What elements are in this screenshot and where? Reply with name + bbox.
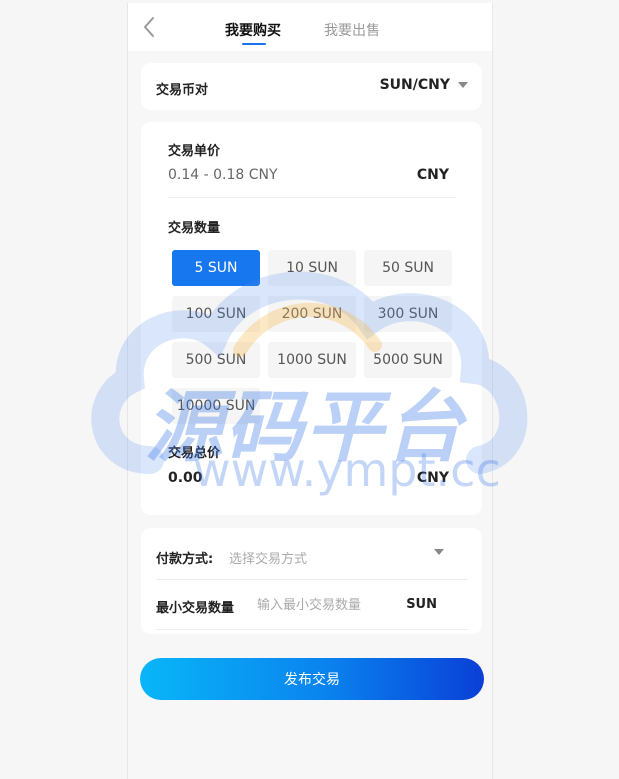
- quantity-option-5000[interactable]: 5000 SUN: [364, 342, 452, 378]
- quantity-option-500[interactable]: 500 SUN: [172, 342, 260, 378]
- min-quantity-unit: SUN: [406, 597, 437, 612]
- payment-card: 付款方式: 选择交易方式 最小交易数量 SUN: [141, 528, 482, 634]
- unit-price-currency: CNY: [416, 167, 449, 183]
- trading-pair-label: 交易币对: [156, 83, 209, 98]
- quantity-options: 5 SUN 10 SUN 50 SUN 100 SUN 200 SUN 300 …: [172, 250, 460, 424]
- trading-pair-card: 交易币对 SUN/CNY: [141, 63, 482, 110]
- quantity-title: 交易数量: [168, 221, 221, 236]
- divider: [168, 197, 456, 198]
- quantity-option-5[interactable]: 5 SUN: [172, 250, 260, 286]
- caret-down-icon: [458, 82, 468, 88]
- quantity-option-10000[interactable]: 10000 SUN: [172, 388, 260, 424]
- payment-method-select[interactable]: 选择交易方式: [229, 548, 307, 567]
- active-tab-indicator: [242, 43, 266, 45]
- total-price-value: 0.00: [168, 470, 203, 486]
- total-price-title: 交易总价: [168, 446, 221, 461]
- quantity-option-10[interactable]: 10 SUN: [268, 250, 356, 286]
- back-button[interactable]: [138, 15, 162, 39]
- publish-trade-button[interactable]: 发布交易: [140, 658, 484, 700]
- divider: [156, 579, 468, 580]
- trading-pair-select[interactable]: SUN/CNY: [380, 77, 468, 93]
- unit-price-title: 交易单价: [168, 144, 221, 159]
- top-bar: 我要购买 我要出售: [128, 3, 492, 51]
- divider: [156, 629, 468, 630]
- unit-price-range: 0.14 - 0.18 CNY: [168, 167, 278, 183]
- tab-buy[interactable]: 我要购买: [225, 20, 281, 40]
- caret-down-icon[interactable]: [434, 549, 444, 555]
- chevron-left-icon: [144, 17, 154, 37]
- payment-method-label: 付款方式:: [156, 552, 214, 567]
- tab-sell[interactable]: 我要出售: [324, 20, 380, 40]
- trading-pair-value: SUN/CNY: [379, 77, 450, 93]
- min-quantity-label: 最小交易数量: [156, 601, 235, 616]
- quantity-option-1000[interactable]: 1000 SUN: [268, 342, 356, 378]
- quantity-option-50[interactable]: 50 SUN: [364, 250, 452, 286]
- min-quantity-input[interactable]: [257, 592, 397, 618]
- quantity-option-300[interactable]: 300 SUN: [364, 296, 452, 332]
- trade-details-card: 交易单价 0.14 - 0.18 CNY CNY 交易数量 5 SUN 10 S…: [141, 122, 482, 515]
- app-screen: 我要购买 我要出售 交易币对 SUN/CNY 交易单价 0.14 - 0.18 …: [127, 3, 493, 779]
- total-price-currency: CNY: [416, 470, 449, 486]
- quantity-option-100[interactable]: 100 SUN: [172, 296, 260, 332]
- quantity-option-200[interactable]: 200 SUN: [268, 296, 356, 332]
